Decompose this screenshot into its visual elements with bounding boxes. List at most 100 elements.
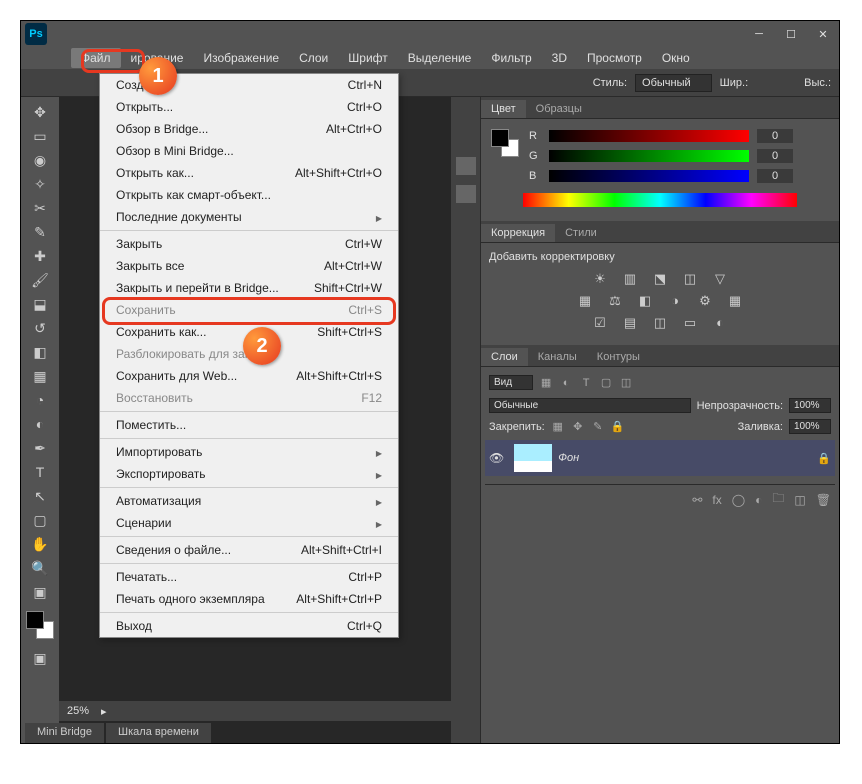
path-tool[interactable]: ↖ — [25, 485, 55, 507]
filter-smart-icon[interactable]: ◫ — [619, 376, 633, 389]
r-slider[interactable] — [549, 130, 749, 142]
stamp-tool[interactable]: ⬓ — [25, 293, 55, 315]
timeline-tab[interactable]: Шкала времени — [106, 723, 211, 743]
zoom-level[interactable]: 25% — [67, 705, 89, 717]
curves-icon[interactable]: ⬔ — [651, 271, 669, 287]
heal-tool[interactable]: ✚ — [25, 245, 55, 267]
b-value[interactable]: 0 — [757, 169, 793, 183]
kind-select[interactable]: Вид — [489, 375, 533, 390]
new-layer-icon[interactable]: ◫ — [794, 493, 805, 507]
adjustment-icon[interactable]: ◐ — [755, 493, 762, 507]
tab-correction[interactable]: Коррекция — [481, 224, 555, 242]
filter-shape-icon[interactable]: ▢ — [599, 376, 613, 389]
selcolor-icon[interactable]: ◐ — [711, 315, 729, 331]
menu-item[interactable]: Поместить... — [100, 414, 398, 436]
menu-item[interactable]: Закрыть всеAlt+Ctrl+W — [100, 255, 398, 277]
levels-icon[interactable]: ▥ — [621, 271, 639, 287]
menu-item[interactable]: Печатать...Ctrl+P — [100, 566, 398, 588]
tab-swatches[interactable]: Образцы — [526, 100, 592, 118]
hand-tool[interactable]: ✋ — [25, 533, 55, 555]
brightness-icon[interactable]: ☀ — [591, 271, 609, 287]
properties-panel-icon[interactable] — [456, 185, 476, 203]
maximize-button[interactable]: ☐ — [779, 25, 803, 43]
menu-окно[interactable]: Окно — [652, 48, 700, 68]
tab-color[interactable]: Цвет — [481, 100, 526, 118]
delete-icon[interactable]: 🗑 — [816, 493, 831, 507]
color-swatch[interactable] — [26, 611, 54, 639]
menu-изображение[interactable]: Изображение — [193, 48, 289, 68]
menu-item[interactable]: ЗакрытьCtrl+W — [100, 233, 398, 255]
menu-item[interactable]: Открыть как...Alt+Shift+Ctrl+O — [100, 162, 398, 184]
history-panel-icon[interactable] — [456, 157, 476, 175]
dodge-tool[interactable]: ◐ — [25, 413, 55, 435]
mask-icon[interactable]: ◯ — [732, 493, 745, 507]
panel-color-swatch[interactable] — [491, 129, 519, 157]
close-button[interactable]: ✕ — [811, 25, 835, 43]
doc-info-icon[interactable]: ▸ — [101, 705, 107, 718]
filter-type-icon[interactable]: T — [579, 377, 593, 389]
mixer-icon[interactable]: ⚙ — [696, 293, 714, 309]
blend-select[interactable]: Обычные — [489, 398, 691, 413]
pen-tool[interactable]: ✒ — [25, 437, 55, 459]
menu-item[interactable]: Последние документы — [100, 206, 398, 228]
lock-pixels-icon[interactable]: ▦ — [551, 420, 565, 433]
layer-row[interactable]: 👁 Фон 🔒 — [485, 440, 835, 476]
menu-item[interactable]: Сохранить для Web...Alt+Shift+Ctrl+S — [100, 365, 398, 387]
gradient-tool[interactable]: ▦ — [25, 365, 55, 387]
menu-item[interactable]: Печать одного экземпляраAlt+Shift+Ctrl+P — [100, 588, 398, 610]
thresh-icon[interactable]: ◫ — [651, 315, 669, 331]
poster-icon[interactable]: ▤ — [621, 315, 639, 331]
tab-layers[interactable]: Слои — [481, 348, 528, 366]
screen-mode[interactable]: ▣ — [25, 581, 55, 603]
b-slider[interactable] — [549, 170, 749, 182]
shape-tool[interactable]: ▢ — [25, 509, 55, 531]
lasso-tool[interactable]: ◉ — [25, 149, 55, 171]
invert-icon[interactable]: ☑ — [591, 315, 609, 331]
opacity-value[interactable]: 100% — [789, 398, 831, 413]
menu-item[interactable]: Обзор в Mini Bridge... — [100, 140, 398, 162]
menu-item[interactable]: Сведения о файле...Alt+Shift+Ctrl+I — [100, 539, 398, 561]
tab-paths[interactable]: Контуры — [587, 348, 650, 366]
photo-icon[interactable]: ◑ — [666, 293, 684, 309]
lock-all-icon[interactable]: 🔒 — [611, 420, 625, 433]
minibridge-tab[interactable]: Mini Bridge — [25, 723, 104, 743]
menu-item[interactable]: Закрыть и перейти в Bridge...Shift+Ctrl+… — [100, 277, 398, 299]
menu-item[interactable]: Открыть...Ctrl+O — [100, 96, 398, 118]
menu-просмотр[interactable]: Просмотр — [577, 48, 652, 68]
wand-tool[interactable]: ✧ — [25, 173, 55, 195]
layer-name[interactable]: Фон — [558, 452, 579, 464]
menu-item[interactable]: Обзор в Bridge...Alt+Ctrl+O — [100, 118, 398, 140]
move-tool[interactable]: ✥ — [25, 101, 55, 123]
tab-channels[interactable]: Каналы — [528, 348, 587, 366]
zoom-tool[interactable]: 🔍 — [25, 557, 55, 579]
menu-item[interactable]: ВыходCtrl+Q — [100, 615, 398, 637]
filter-adjust-icon[interactable]: ◐ — [559, 377, 573, 389]
hue-strip[interactable] — [523, 193, 797, 207]
filter-pixel-icon[interactable]: ▦ — [539, 376, 553, 389]
tab-styles[interactable]: Стили — [555, 224, 607, 242]
menu-выделение[interactable]: Выделение — [398, 48, 482, 68]
group-icon[interactable]: 🗀 — [772, 489, 784, 510]
menu-item[interactable]: Импортировать — [100, 441, 398, 463]
lock-position-icon[interactable]: ✥ — [571, 420, 585, 433]
menu-item[interactable]: Открыть как смарт-объект... — [100, 184, 398, 206]
fill-value[interactable]: 100% — [789, 419, 831, 434]
lookup-icon[interactable]: ▦ — [726, 293, 744, 309]
marquee-tool[interactable]: ▭ — [25, 125, 55, 147]
g-slider[interactable] — [549, 150, 749, 162]
type-tool[interactable]: T — [25, 461, 55, 483]
menu-item[interactable]: Автоматизация — [100, 490, 398, 512]
eraser-tool[interactable]: ◧ — [25, 341, 55, 363]
menu-item[interactable]: Сценарии — [100, 512, 398, 534]
bw-icon[interactable]: ◧ — [636, 293, 654, 309]
crop-tool[interactable]: ✂ — [25, 197, 55, 219]
r-value[interactable]: 0 — [757, 129, 793, 143]
layer-thumbnail[interactable] — [514, 444, 552, 472]
hue-icon[interactable]: ▦ — [576, 293, 594, 309]
menu-шрифт[interactable]: Шрифт — [338, 48, 397, 68]
minimize-button[interactable]: ─ — [747, 25, 771, 43]
history-tool[interactable]: ↺ — [25, 317, 55, 339]
menu-слои[interactable]: Слои — [289, 48, 338, 68]
gradmap-icon[interactable]: ▭ — [681, 315, 699, 331]
exposure-icon[interactable]: ◫ — [681, 271, 699, 287]
